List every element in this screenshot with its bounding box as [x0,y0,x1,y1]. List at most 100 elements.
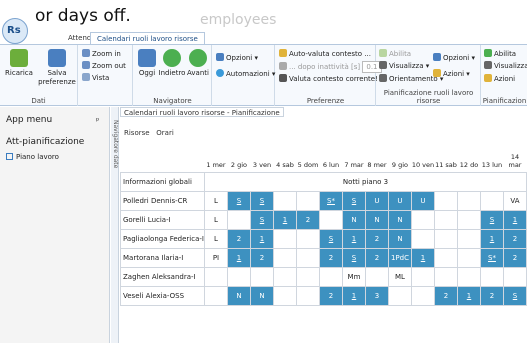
shift-cell[interactable] [456,209,481,230]
shift-cell[interactable] [226,209,251,230]
resource-name[interactable]: Martorana Ilaria-I [120,247,205,268]
shift-cell[interactable] [433,209,458,230]
document-tab[interactable]: Calendari ruoli lavoro risorse - Pianifi… [120,107,284,117]
shift-cell[interactable] [272,228,297,249]
shift-cell[interactable]: S* [318,190,343,211]
enable-button[interactable]: Abilita [379,49,411,59]
zoom-out-button[interactable]: Zoom out [82,61,126,71]
save-preferences-button[interactable]: Salva preferenze [38,49,76,87]
shift-cell[interactable]: N [387,228,412,249]
shift-cell[interactable]: L [203,190,228,211]
shift-cell[interactable] [226,266,251,287]
shift-cell[interactable]: 2 [433,285,458,306]
shift-cell[interactable]: 1 [226,247,251,268]
resource-name[interactable]: Polledri Dennis-CR [120,190,205,211]
shift-cell[interactable]: 1 [272,209,297,230]
shift-cell[interactable] [410,266,435,287]
shift-cell[interactable]: 2 [364,228,389,249]
resource-name[interactable]: Pagliaolonga Federica-I [120,228,205,249]
options-button[interactable]: Opzioni ▾ [216,53,258,63]
shift-cell[interactable] [272,190,297,211]
shift-cell[interactable] [456,266,481,287]
shift-cell[interactable]: 1 [249,228,274,249]
shift-cell[interactable] [295,190,320,211]
shift-cell[interactable] [318,209,343,230]
shift-cell[interactable]: 2 [502,228,527,249]
shift-cell[interactable] [433,247,458,268]
shift-cell[interactable] [295,228,320,249]
shift-cell[interactable] [433,228,458,249]
shift-cell[interactable] [364,266,389,287]
shift-cell[interactable]: ML [387,266,412,287]
shift-cell[interactable] [410,285,435,306]
shift-cell[interactable] [410,228,435,249]
shift-cell[interactable]: N [341,209,366,230]
shift-cell[interactable]: 1 [410,247,435,268]
today-button[interactable]: Oggi [136,49,158,78]
shift-cell[interactable]: 2 [226,228,251,249]
actions-button[interactable]: Azioni ▾ [433,69,470,79]
shift-cell[interactable]: 2 [295,209,320,230]
shift-cell[interactable] [249,266,274,287]
shift-cell[interactable] [272,285,297,306]
enable-button-2[interactable]: Abilita [484,49,516,59]
shift-cell[interactable]: 2 [318,285,343,306]
shift-cell[interactable] [433,190,458,211]
visualize-button[interactable]: Visualizza ▾ [379,61,429,71]
shift-cell[interactable]: 2 [479,285,504,306]
shift-cell[interactable] [456,247,481,268]
resource-name[interactable]: Zaghen Aleksandra-I [120,266,205,287]
shift-cell[interactable] [479,190,504,211]
forward-button[interactable]: Avanti [186,49,210,78]
shift-cell[interactable]: S [318,228,343,249]
schedules-button[interactable]: Orari [156,129,174,137]
shift-cell[interactable]: 1 [479,228,504,249]
shift-cell[interactable]: 2 [249,247,274,268]
shift-cell[interactable]: 1PdC [387,247,412,268]
shift-cell[interactable]: 3 [364,285,389,306]
shift-cell[interactable] [387,285,412,306]
pin-icon[interactable]: ᵖ [96,116,99,125]
shift-cell[interactable] [456,190,481,211]
visualize-button-2[interactable]: Visualizza [484,61,527,71]
shift-cell[interactable]: 2 [364,247,389,268]
shift-cell[interactable] [318,266,343,287]
global-note[interactable]: Notti piano 3 [203,171,527,192]
shift-cell[interactable]: 1 [341,228,366,249]
shift-cell[interactable] [479,266,504,287]
shift-cell[interactable] [272,266,297,287]
view-dropdown[interactable]: Vista [82,73,109,83]
shift-cell[interactable] [295,285,320,306]
shift-cell[interactable]: VA [502,190,527,211]
resources-button[interactable]: Risorse [124,129,150,137]
shift-cell[interactable]: S [226,190,251,211]
zoom-in-button[interactable]: Zoom in [82,49,121,59]
shift-cell[interactable] [272,247,297,268]
shift-cell[interactable]: S [249,190,274,211]
plan-options-button[interactable]: Opzioni ▾ [433,53,475,63]
reload-button[interactable]: Ricarica [2,49,36,78]
automations-button[interactable]: Automazioni ▾ [216,69,275,79]
shift-cell[interactable]: 1 [456,285,481,306]
actions-button-2[interactable]: Azioni [484,74,515,84]
shift-cell[interactable]: N [364,209,389,230]
resource-name[interactable]: Gorelli Lucia-I [120,209,205,230]
shift-cell[interactable]: 2 [318,247,343,268]
inactivity-setting[interactable]: ... dopo inattività [s] 0.1 [279,61,382,73]
shift-cell[interactable] [203,285,228,306]
shift-cell[interactable]: N [387,209,412,230]
shift-cell[interactable]: S* [479,247,504,268]
shift-cell[interactable]: S [341,190,366,211]
shift-cell[interactable] [295,247,320,268]
shift-cell[interactable] [433,266,458,287]
shift-cell[interactable]: S [479,209,504,230]
shift-cell[interactable]: 1 [502,209,527,230]
shift-cell[interactable]: U [387,190,412,211]
shift-cell[interactable]: 2 [502,247,527,268]
shift-cell[interactable]: U [364,190,389,211]
resource-name[interactable]: Veseli Alexia-OSS [120,285,205,306]
shift-cell[interactable]: L [203,228,228,249]
shift-cell[interactable] [410,209,435,230]
evaluate-context-button[interactable]: Valuta contesto corrente! [279,74,378,84]
shift-cell[interactable]: PI [203,247,228,268]
